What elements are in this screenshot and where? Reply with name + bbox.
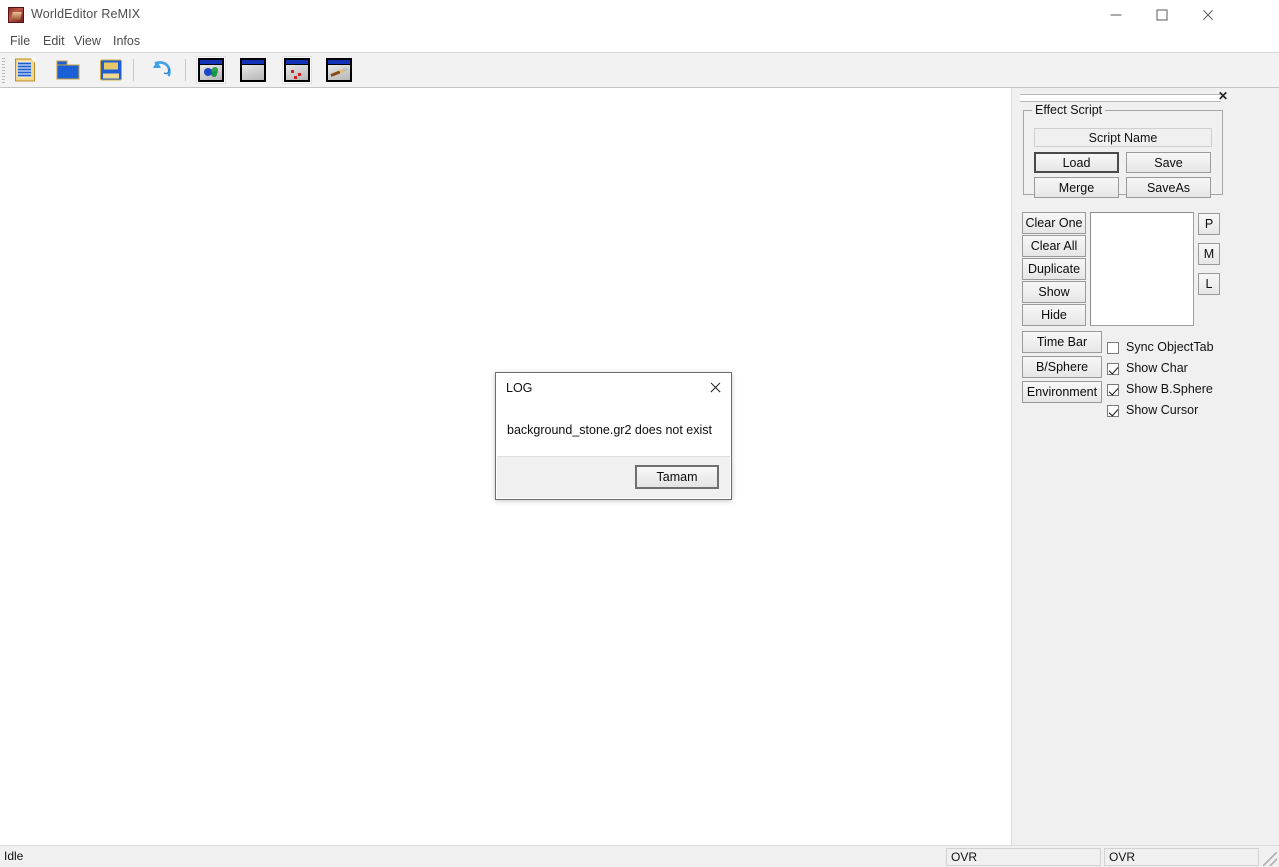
clear-all-button[interactable]: Clear All: [1022, 235, 1086, 257]
duplicate-button[interactable]: Duplicate: [1022, 258, 1086, 280]
paint-window-icon: [326, 58, 352, 82]
effect-list-box[interactable]: [1090, 212, 1194, 326]
title-bar: WorldEditor ReMIX: [0, 0, 1279, 31]
object-window-icon: [198, 58, 224, 82]
status-message: Idle: [4, 849, 24, 863]
grid-window-button[interactable]: [282, 56, 312, 84]
maximize-button[interactable]: [1139, 0, 1185, 30]
document-icon: [15, 57, 36, 82]
dialog-title: LOG: [506, 381, 533, 395]
dialog-message: background_stone.gr2 does not exist: [507, 423, 712, 437]
menu-infos[interactable]: Infos: [110, 34, 143, 48]
save-script-button[interactable]: Save: [1126, 152, 1211, 173]
grid-window-icon: [284, 58, 310, 82]
texture-window-icon: [240, 58, 266, 82]
status-ovr-2: OVR: [1104, 848, 1259, 866]
time-bar-button[interactable]: Time Bar: [1022, 331, 1102, 353]
resize-grip-icon[interactable]: [1263, 852, 1277, 866]
floppy-disk-icon: [100, 59, 122, 81]
merge-button[interactable]: Merge: [1034, 177, 1119, 198]
toolbar: [0, 53, 1279, 88]
show-char-label: Show Char: [1126, 361, 1188, 375]
object-window-button[interactable]: [196, 56, 226, 84]
close-window-button[interactable]: [1185, 0, 1231, 30]
open-folder-button[interactable]: [53, 56, 83, 84]
checkbox-box: [1107, 384, 1119, 396]
saveas-button[interactable]: SaveAs: [1126, 177, 1211, 198]
status-bar: Idle OVR OVR: [0, 845, 1279, 867]
m-button[interactable]: M: [1198, 243, 1220, 265]
undo-arrow-icon: [150, 59, 174, 81]
clear-one-button[interactable]: Clear One: [1022, 212, 1086, 234]
checkbox-box: [1107, 405, 1119, 417]
save-button[interactable]: [96, 56, 126, 84]
dialog-footer: Tamam: [497, 456, 730, 498]
window-title: WorldEditor ReMIX: [31, 7, 141, 21]
load-button[interactable]: Load: [1034, 152, 1119, 173]
script-name-field[interactable]: Script Name: [1034, 128, 1212, 147]
dialog-ok-button[interactable]: Tamam: [635, 465, 719, 489]
menu-view[interactable]: View: [71, 34, 104, 48]
toolbar-grip[interactable]: [2, 58, 5, 83]
minimize-icon: [1110, 14, 1122, 16]
menu-file[interactable]: File: [7, 34, 33, 48]
paint-window-button[interactable]: [324, 56, 354, 84]
hide-button[interactable]: Hide: [1022, 304, 1086, 326]
dialog-close-icon[interactable]: [704, 378, 726, 398]
b-sphere-button[interactable]: B/Sphere: [1022, 356, 1102, 378]
new-document-button[interactable]: [10, 56, 40, 84]
close-icon: [1202, 9, 1215, 22]
checkbox-box: [1107, 342, 1119, 354]
maximize-icon: [1156, 9, 1168, 21]
show-bsphere-label: Show B.Sphere: [1126, 382, 1213, 396]
sync-objecttab-label: Sync ObjectTab: [1126, 340, 1214, 354]
menu-bar: File Edit View Infos: [0, 30, 1279, 53]
undo-button[interactable]: [147, 56, 177, 84]
minimize-button[interactable]: [1093, 0, 1139, 30]
toolbar-separator-2: [185, 59, 186, 81]
checkbox-box: [1107, 363, 1119, 375]
l-button[interactable]: L: [1198, 273, 1220, 295]
application-window: WorldEditor ReMIX File Edit View Infos ✕…: [0, 0, 1279, 867]
panel-close-icon[interactable]: ✕: [1216, 89, 1230, 103]
status-ovr-1: OVR: [946, 848, 1101, 866]
effect-script-group-title: Effect Script: [1032, 103, 1106, 117]
show-cursor-label: Show Cursor: [1126, 403, 1199, 417]
effect-panel: ✕ Effect Script Script Name Load Save Me…: [1011, 88, 1279, 845]
app-icon: [8, 7, 24, 23]
menu-edit[interactable]: Edit: [40, 34, 68, 48]
log-dialog: LOG background_stone.gr2 does not exist …: [495, 372, 732, 500]
panel-drag-grip[interactable]: [1020, 94, 1221, 102]
texture-window-button[interactable]: [238, 56, 268, 84]
show-button[interactable]: Show: [1022, 281, 1086, 303]
environment-button[interactable]: Environment: [1022, 381, 1102, 403]
folder-open-icon: [56, 60, 80, 80]
p-button[interactable]: P: [1198, 213, 1220, 235]
toolbar-separator-1: [133, 59, 134, 81]
